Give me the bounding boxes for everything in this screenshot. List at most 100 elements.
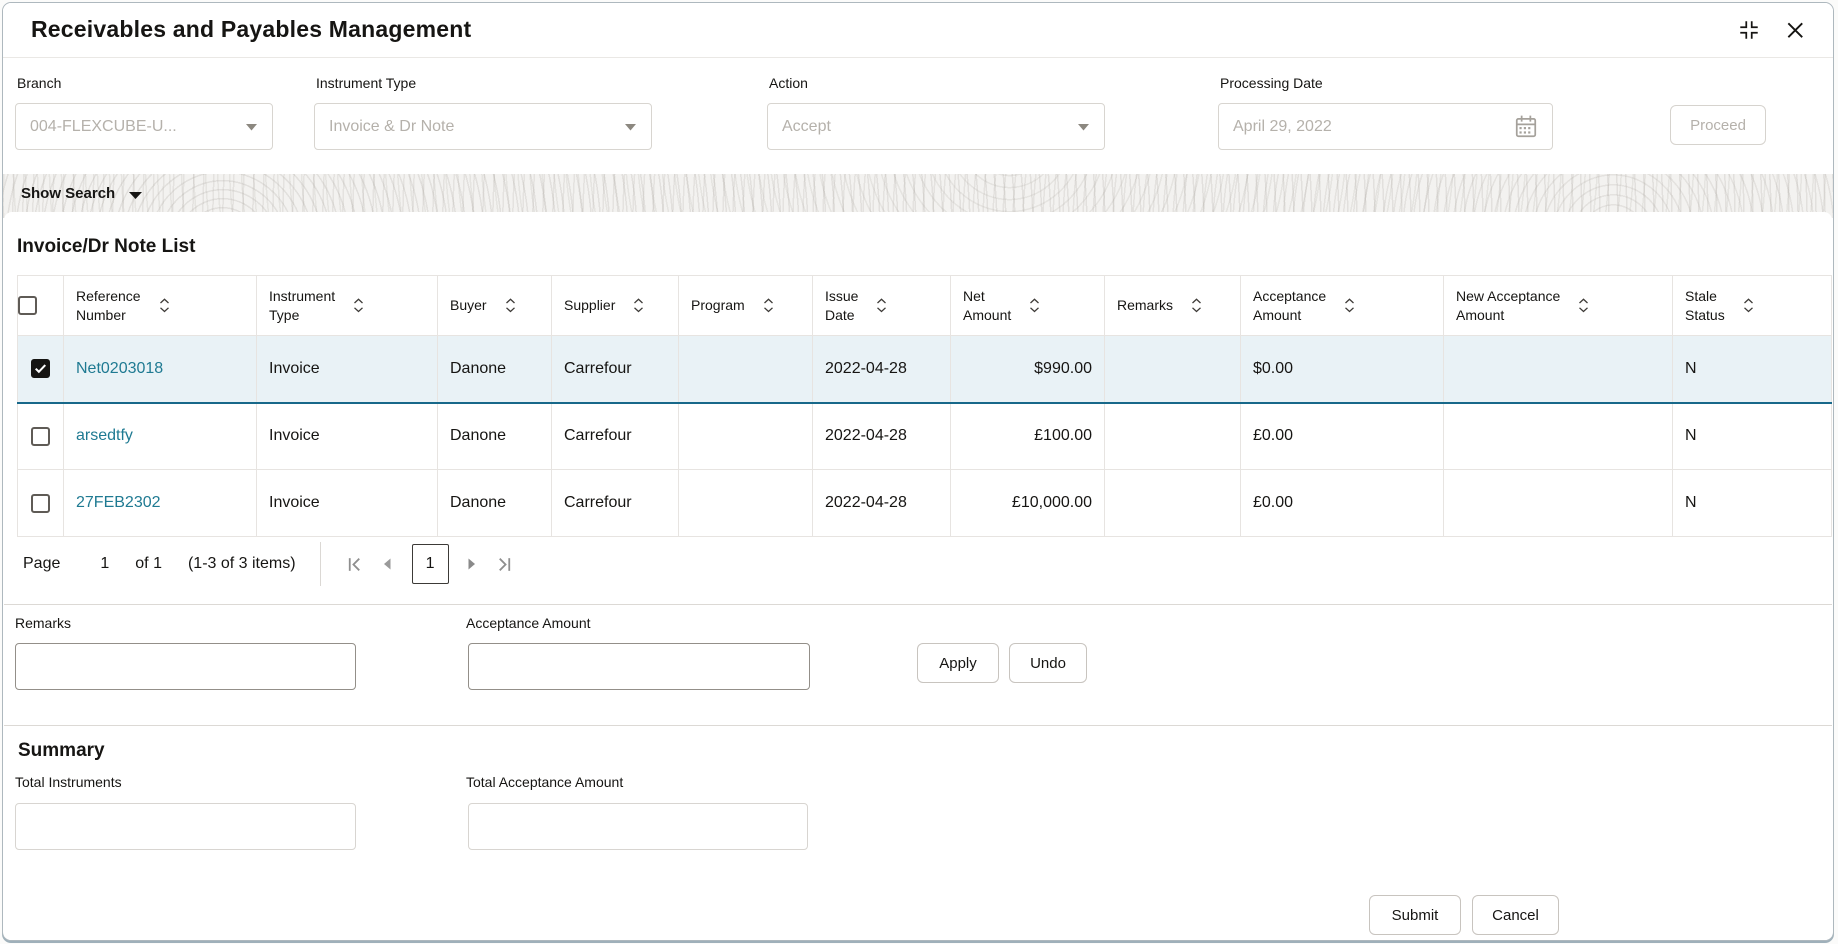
branch-select[interactable]: 004-FLEXCUBE-U... [15, 103, 273, 150]
apply-button[interactable]: Apply [917, 643, 999, 683]
column-header-program[interactable]: Program [679, 276, 813, 336]
cell-new-acceptance-amount [1444, 336, 1673, 403]
instrument-type-value: Invoice & Dr Note [329, 118, 454, 136]
column-label: Issue Date [825, 287, 858, 323]
sort-icon[interactable] [1191, 298, 1202, 313]
cancel-button[interactable]: Cancel [1472, 895, 1559, 935]
first-page-icon[interactable] [345, 555, 364, 574]
cell-net-amount: £100.00 [951, 403, 1105, 470]
column-header-supplier[interactable]: Supplier [552, 276, 679, 336]
sort-icon[interactable] [1344, 298, 1355, 313]
cell-net-amount: $990.00 [951, 336, 1105, 403]
column-label: Buyer [450, 296, 487, 314]
prev-page-icon[interactable] [382, 557, 392, 571]
pagination: Page 1 of 1 (1-3 of 3 items) 1 [23, 542, 514, 586]
pagination-items-label: (1-3 of 3 items) [188, 555, 296, 573]
column-label: New Acceptance Amount [1456, 287, 1560, 323]
column-header-stale-status[interactable]: Stale Status [1673, 276, 1832, 336]
cell-supplier: Carrefour [552, 403, 679, 470]
cell-program [679, 470, 813, 537]
action-select[interactable]: Accept [767, 103, 1105, 150]
sort-icon[interactable] [1743, 298, 1754, 313]
table-header-row: Reference Number Instrument Type Buyer Supp… [18, 276, 1832, 336]
remarks-label: Remarks [15, 615, 71, 631]
submit-button[interactable]: Submit [1369, 895, 1461, 935]
remarks-input[interactable] [15, 643, 356, 690]
sort-icon[interactable] [633, 298, 644, 313]
dialog-window: Receivables and Payables Management Bran… [2, 2, 1834, 941]
cell-buyer: Danone [438, 336, 552, 403]
row-checkbox[interactable] [31, 494, 50, 513]
column-label: Instrument Type [269, 287, 335, 323]
cell-buyer: Danone [438, 470, 552, 537]
titlebar-icons [1737, 18, 1805, 42]
cell-checkbox [18, 470, 64, 537]
cell-reference-number: 27FEB2302 [64, 470, 257, 537]
cell-checkbox [18, 336, 64, 403]
cell-stale-status: N [1673, 470, 1832, 537]
column-header-acceptance-amount[interactable]: Acceptance Amount [1241, 276, 1444, 336]
total-instruments-input[interactable] [15, 803, 356, 850]
processing-date-label: Processing Date [1220, 75, 1323, 91]
cell-reference-number: arsedtfy [64, 403, 257, 470]
cell-program [679, 336, 813, 403]
column-header-buyer[interactable]: Buyer [438, 276, 552, 336]
cell-remarks [1105, 470, 1241, 537]
sort-icon[interactable] [1578, 298, 1589, 313]
select-all-checkbox[interactable] [18, 296, 37, 315]
column-header-remarks[interactable]: Remarks [1105, 276, 1241, 336]
table-row: 27FEB2302InvoiceDanoneCarrefour2022-04-2… [18, 470, 1832, 537]
content-panel: Invoice/Dr Note List Reference NumberIns… [4, 212, 1832, 940]
processing-date-field[interactable]: April 29, 2022 [1218, 103, 1553, 150]
close-icon[interactable] [1785, 20, 1805, 40]
column-header-issue-date[interactable]: Issue Date [813, 276, 951, 336]
total-acceptance-amount-input[interactable] [468, 803, 808, 850]
column-header-instrument-type[interactable]: Instrument Type [257, 276, 438, 336]
column-label: Remarks [1117, 296, 1173, 314]
sort-icon[interactable] [159, 298, 170, 313]
column-label: Net Amount [963, 287, 1011, 323]
table-row: arsedtfyInvoiceDanoneCarrefour2022-04-28… [18, 403, 1832, 470]
undo-button[interactable]: Undo [1009, 643, 1087, 683]
sort-icon[interactable] [505, 298, 516, 313]
reference-link[interactable]: Net0203018 [76, 360, 163, 377]
cell-acceptance-amount: £0.00 [1241, 403, 1444, 470]
branch-value: 004-FLEXCUBE-U... [30, 118, 177, 136]
instrument-type-select[interactable]: Invoice & Dr Note [314, 103, 652, 150]
column-header-reference-number[interactable]: Reference Number [64, 276, 257, 336]
show-search-label: Show Search [21, 185, 115, 202]
cell-acceptance-amount: $0.00 [1241, 336, 1444, 403]
column-header-net-amount[interactable]: Net Amount [951, 276, 1105, 336]
chevron-down-icon [245, 123, 258, 131]
collapse-icon[interactable] [1737, 18, 1761, 42]
column-header-new-acceptance-amount[interactable]: New Acceptance Amount [1444, 276, 1673, 336]
cell-new-acceptance-amount [1444, 470, 1673, 537]
sort-icon[interactable] [1029, 298, 1040, 313]
cell-remarks [1105, 403, 1241, 470]
proceed-button[interactable]: Proceed [1670, 105, 1766, 145]
cell-acceptance-amount: £0.00 [1241, 470, 1444, 537]
pagination-page-label: Page [23, 555, 60, 573]
current-page-box[interactable]: 1 [412, 544, 449, 584]
row-checkbox[interactable] [31, 427, 50, 446]
cell-checkbox [18, 403, 64, 470]
table-body: Net0203018InvoiceDanoneCarrefour2022-04-… [18, 336, 1832, 537]
acceptance-amount-input[interactable] [468, 643, 810, 690]
action-value: Accept [782, 118, 831, 136]
sort-icon[interactable] [763, 298, 774, 313]
sort-icon[interactable] [876, 298, 887, 313]
reference-link[interactable]: 27FEB2302 [76, 494, 161, 511]
column-label: Supplier [564, 296, 615, 314]
row-checkbox[interactable] [31, 359, 50, 378]
show-search-toggle[interactable]: Show Search [21, 185, 143, 202]
sort-icon[interactable] [353, 298, 364, 313]
last-page-icon[interactable] [495, 555, 514, 574]
next-page-icon[interactable] [467, 557, 477, 571]
chevron-down-icon [624, 123, 637, 131]
reference-link[interactable]: arsedtfy [76, 427, 133, 444]
table-row: Net0203018InvoiceDanoneCarrefour2022-04-… [18, 336, 1832, 403]
cell-instrument-type: Invoice [257, 336, 438, 403]
pagination-current-page: 1 [100, 555, 109, 573]
divider [4, 725, 1832, 726]
calendar-icon[interactable] [1514, 114, 1538, 139]
